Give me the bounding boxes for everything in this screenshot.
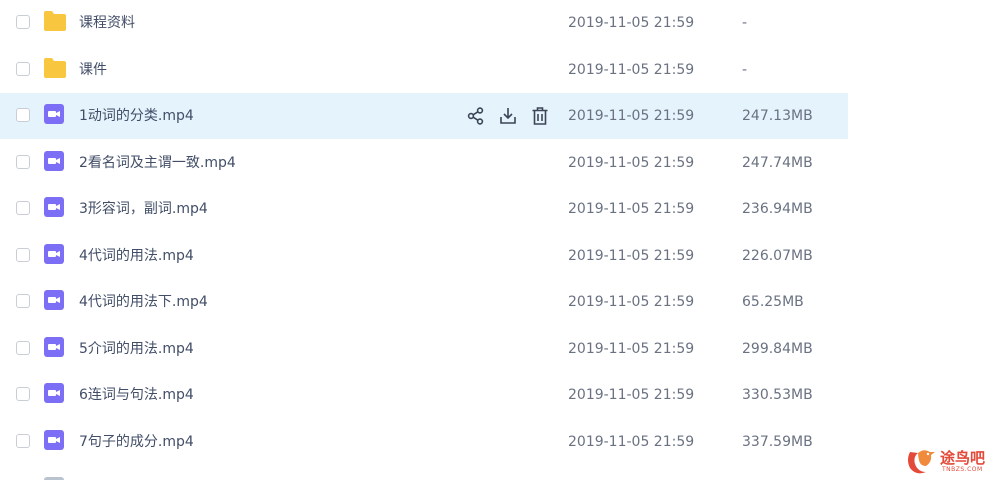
file-date: 2019-11-05 21:59 <box>568 108 695 124</box>
video-file-icon <box>43 429 67 451</box>
file-name[interactable]: 课程资料 <box>79 0 135 46</box>
row-checkbox[interactable] <box>16 341 30 355</box>
delete-icon[interactable] <box>530 106 550 126</box>
file-size: - <box>742 62 748 78</box>
folder-icon <box>43 10 67 32</box>
file-size: 226.07MB <box>742 248 813 264</box>
row-checkbox[interactable] <box>16 387 30 401</box>
file-size: 299.84MB <box>742 341 813 357</box>
file-date: 2019-11-05 21:59 <box>568 62 695 78</box>
video-file-icon <box>43 382 67 404</box>
video-file-icon <box>43 289 67 311</box>
file-date: 2019-11-05 21:59 <box>568 155 695 171</box>
file-size: 247.74MB <box>742 155 813 171</box>
row-checkbox[interactable] <box>16 434 30 448</box>
file-name[interactable]: 3形容词，副词.mp4 <box>79 186 208 232</box>
row-checkbox[interactable] <box>16 201 30 215</box>
file-name[interactable]: 5介词的用法.mp4 <box>79 326 194 372</box>
file-row[interactable]: 4代词的用法.mp4 2019-11-05 21:59 226.07MB <box>0 233 848 279</box>
file-icon <box>43 476 67 480</box>
folder-icon <box>43 57 67 79</box>
file-name[interactable]: 4代词的用法下.mp4 <box>79 279 208 325</box>
video-file-icon <box>43 243 67 265</box>
file-date: 2019-11-05 21:59 <box>568 387 695 403</box>
video-file-icon <box>43 150 67 172</box>
file-row[interactable]: 6连词与句法.mp4 2019-11-05 21:59 330.53MB <box>0 372 848 418</box>
file-name[interactable]: 6连词与句法.mp4 <box>79 372 194 418</box>
video-file-icon <box>43 103 67 125</box>
file-date: 2019-11-05 21:59 <box>568 434 695 450</box>
file-date: 2019-11-05 21:59 <box>568 201 695 217</box>
row-checkbox[interactable] <box>16 62 30 76</box>
file-size: 65.25MB <box>742 294 804 310</box>
file-date: 2019-11-05 21:59 <box>568 341 695 357</box>
file-date: 2019-11-05 21:59 <box>568 15 695 31</box>
file-size: 247.13MB <box>742 108 813 124</box>
file-size: - <box>742 15 748 31</box>
row-checkbox[interactable] <box>16 155 30 169</box>
video-file-icon <box>43 196 67 218</box>
file-row[interactable]: 4代词的用法下.mp4 2019-11-05 21:59 65.25MB <box>0 279 848 325</box>
row-actions <box>466 106 550 126</box>
file-list: 课程资料 2019-11-05 21:59 - 课件 2019-11-05 21… <box>0 0 1000 480</box>
file-row[interactable]: 课件 2019-11-05 21:59 - <box>0 47 848 93</box>
file-row[interactable]: 2看名词及主谓一致.mp4 2019-11-05 21:59 247.74MB <box>0 140 848 186</box>
row-checkbox[interactable] <box>16 248 30 262</box>
file-name[interactable]: 课件 <box>79 47 107 93</box>
watermark-logo: 途鸟吧 TNBZS.COM <box>904 444 996 478</box>
watermark-subtext: TNBZS.COM <box>942 466 983 473</box>
file-date: 2019-11-05 21:59 <box>568 294 695 310</box>
file-row[interactable]: 5介词的用法.mp4 2019-11-05 21:59 299.84MB <box>0 326 848 372</box>
row-checkbox[interactable] <box>16 294 30 308</box>
file-name[interactable]: 2看名词及主谓一致.mp4 <box>79 140 236 186</box>
file-row[interactable]: 课程资料 2019-11-05 21:59 - <box>0 0 848 46</box>
bird-logo-icon <box>908 450 935 474</box>
download-icon[interactable] <box>498 106 518 126</box>
row-checkbox[interactable] <box>16 108 30 122</box>
file-size: 330.53MB <box>742 387 813 403</box>
file-name[interactable]: 7句子的成分.mp4 <box>79 419 194 465</box>
file-row[interactable]: 1动词的分类.mp4 2019-11-05 21:59 247.13MB <box>0 93 848 139</box>
file-row[interactable]: 7句子的成分.mp4 2019-11-05 21:59 337.59MB <box>0 419 848 465</box>
file-size: 337.59MB <box>742 434 813 450</box>
video-file-icon <box>43 336 67 358</box>
file-size: 236.94MB <box>742 201 813 217</box>
file-date: 2019-11-05 21:59 <box>568 248 695 264</box>
file-row[interactable]: 3形容词，副词.mp4 2019-11-05 21:59 236.94MB <box>0 186 848 232</box>
watermark-text: 途鸟吧 <box>940 449 986 467</box>
share-icon[interactable] <box>466 106 486 126</box>
file-name[interactable]: 4代词的用法.mp4 <box>79 233 194 279</box>
file-name[interactable]: 1动词的分类.mp4 <box>79 93 194 139</box>
row-checkbox[interactable] <box>16 15 30 29</box>
file-row-partial <box>0 474 848 480</box>
